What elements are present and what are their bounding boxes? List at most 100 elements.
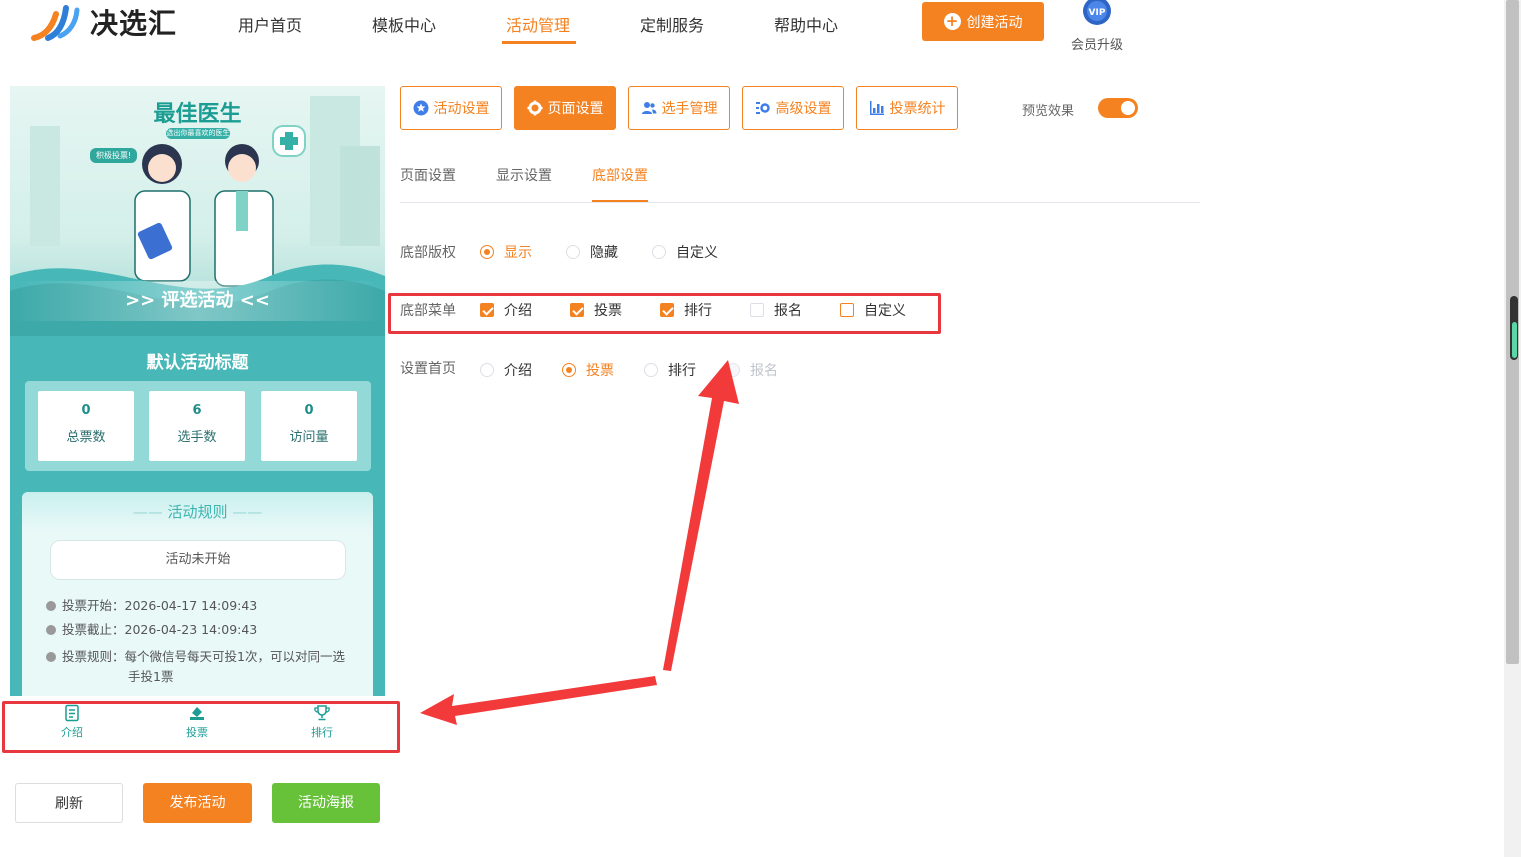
nav-user-home[interactable]: 用户首页 <box>238 12 302 36</box>
subtab-page-settings[interactable]: 页面设置 <box>400 165 456 185</box>
page-scrollbar[interactable] <box>1504 0 1521 857</box>
banner-title: 最佳医生 <box>153 102 242 127</box>
nav-help-center[interactable]: 帮助中心 <box>774 12 838 36</box>
copyright-option-custom[interactable]: 自定义 <box>652 242 718 262</box>
rules-heading-text: 活动规则 <box>167 503 228 521</box>
radio-icon <box>652 245 666 259</box>
rules-panel: —— 活动规则 —— 活动未开始 投票开始：2026-04-17 14:09:4… <box>22 492 373 696</box>
stat-total-votes-label: 总票数 <box>66 430 106 445</box>
home-page-option-intro-label: 介绍 <box>504 363 532 379</box>
advanced-settings-button[interactable]: 高级设置 <box>742 86 844 130</box>
nav-template-center[interactable]: 模板中心 <box>372 12 436 36</box>
radio-disabled-icon <box>726 363 740 377</box>
activity-settings-label: 活动设置 <box>433 101 490 117</box>
rules-heading: —— 活动规则 —— <box>22 492 373 532</box>
home-page-option-vote-label: 投票 <box>586 363 614 379</box>
vip-badge-icon: VIP <box>1083 0 1111 25</box>
bar-chart-icon <box>869 101 884 115</box>
stat-visits-value: 0 <box>304 403 314 418</box>
activity-settings-button[interactable]: 活动设置 <box>400 86 502 130</box>
nav-active-underline <box>502 41 576 44</box>
contestant-management-label: 选手管理 <box>661 101 718 117</box>
stat-contestants: 6 选手数 <box>149 391 245 461</box>
stat-visits-label: 访问量 <box>289 430 329 445</box>
stat-total-votes-value: 0 <box>81 403 91 418</box>
copyright-option-custom-label: 自定义 <box>676 245 718 261</box>
brand-logo[interactable]: 决选汇 <box>30 2 177 42</box>
preview-effect-toggle[interactable] <box>1098 98 1138 118</box>
clock-icon <box>46 601 56 611</box>
side-scroll-handle-accent <box>1512 322 1517 358</box>
home-page-option-signup: 报名 <box>726 360 778 380</box>
brand-name: 决选汇 <box>90 7 178 40</box>
home-page-option-ranking[interactable]: 排行 <box>644 360 696 380</box>
vote-end-line: 投票截止：2026-04-23 14:09:43 <box>46 620 257 640</box>
vip-badge-text: VIP <box>1089 8 1106 18</box>
copyright-option-show[interactable]: 显示 <box>480 242 532 262</box>
nav-custom-service[interactable]: 定制服务 <box>640 12 704 36</box>
stat-total-votes: 0 总票数 <box>38 391 134 461</box>
home-page-label: 设置首页 <box>400 361 456 377</box>
preview-banner: 最佳医生 选出你最喜欢的医生 积极投票! >> 评选活动 << <box>10 86 385 336</box>
plus-icon: + <box>943 13 961 30</box>
radio-checked-icon <box>480 245 494 259</box>
vote-statistics-button[interactable]: 投票统计 <box>856 86 958 130</box>
radio-icon <box>644 363 658 377</box>
gear-icon <box>527 100 542 116</box>
activity-poster-button[interactable]: 活动海报 <box>272 783 380 823</box>
create-activity-button[interactable]: + 创建活动 <box>922 2 1044 41</box>
vote-rule-line: 投票规则：每个微信号每天可投1次，可以对同一选手投1票 <box>46 647 356 687</box>
radio-icon <box>566 245 580 259</box>
activity-banner-bar: >> 评选活动 << <box>10 281 385 321</box>
stats-panel: 0 总票数 6 选手数 0 访问量 <box>25 381 371 471</box>
users-icon <box>641 102 656 114</box>
mobile-preview: 最佳医生 选出你最喜欢的医生 积极投票! >> 评选活动 << 默认活动标题 0… <box>10 86 385 696</box>
subtab-display-settings[interactable]: 显示设置 <box>496 165 552 185</box>
subtab-bottom-settings[interactable]: 底部设置 <box>592 165 648 185</box>
vip-label: 会员升级 <box>1070 38 1123 53</box>
star-icon <box>413 100 428 116</box>
copyright-label: 底部版权 <box>400 245 456 261</box>
advanced-settings-label: 高级设置 <box>775 101 832 117</box>
vote-statistics-label: 投票统计 <box>889 101 946 117</box>
copyright-option-hide-label: 隐藏 <box>590 245 618 261</box>
banner-bubble: 积极投票! <box>90 148 138 163</box>
vote-start-line: 投票开始：2026-04-17 14:09:43 <box>46 596 257 616</box>
preview-effect-label: 预览效果 <box>1022 104 1075 119</box>
activity-title: 默认活动标题 <box>146 353 249 373</box>
copyright-option-hide[interactable]: 隐藏 <box>566 242 618 262</box>
vip-upgrade[interactable]: VIP 会员升级 <box>1068 0 1126 53</box>
page-settings-button[interactable]: 页面设置 <box>514 86 616 130</box>
stat-visits: 0 访问量 <box>261 391 357 461</box>
home-page-option-signup-label: 报名 <box>750 363 778 379</box>
info-icon <box>46 652 56 662</box>
page-settings-label: 页面设置 <box>547 101 604 117</box>
radio-checked-icon <box>562 363 576 377</box>
publish-activity-button[interactable]: 发布活动 <box>143 783 252 823</box>
contestant-management-button[interactable]: 选手管理 <box>628 86 730 130</box>
refresh-button[interactable]: 刷新 <box>15 783 123 823</box>
logo-mark-icon <box>31 5 80 41</box>
radio-icon <box>480 363 494 377</box>
subtab-active-underline <box>592 200 648 202</box>
activity-status: 活动未开始 <box>50 540 346 580</box>
toggle-knob <box>1121 101 1135 115</box>
subtab-divider <box>400 202 1200 203</box>
home-page-option-vote[interactable]: 投票 <box>562 360 614 380</box>
copyright-option-show-label: 显示 <box>504 245 532 261</box>
home-page-option-intro[interactable]: 介绍 <box>480 360 532 380</box>
vote-end-text: 投票截止：2026-04-23 14:09:43 <box>62 622 258 637</box>
annotation-box-tabbar <box>2 701 400 753</box>
vote-rule-text: 投票规则：每个微信号每天可投1次，可以对同一选手投1票 <box>62 649 345 684</box>
stat-contestants-value: 6 <box>192 403 202 418</box>
home-page-option-ranking-label: 排行 <box>668 363 696 379</box>
annotation-box-bottom-menu <box>388 293 941 334</box>
annotation-arrow-up <box>663 360 739 671</box>
clock-icon <box>46 625 56 635</box>
settings-icon <box>755 102 770 114</box>
nav-activity-management[interactable]: 活动管理 <box>506 12 570 36</box>
annotation-arrow-left <box>420 676 657 725</box>
create-activity-label: 创建活动 <box>966 14 1023 31</box>
stat-contestants-label: 选手数 <box>177 430 217 445</box>
banner-subtitle: 选出你最喜欢的医生 <box>166 128 230 139</box>
